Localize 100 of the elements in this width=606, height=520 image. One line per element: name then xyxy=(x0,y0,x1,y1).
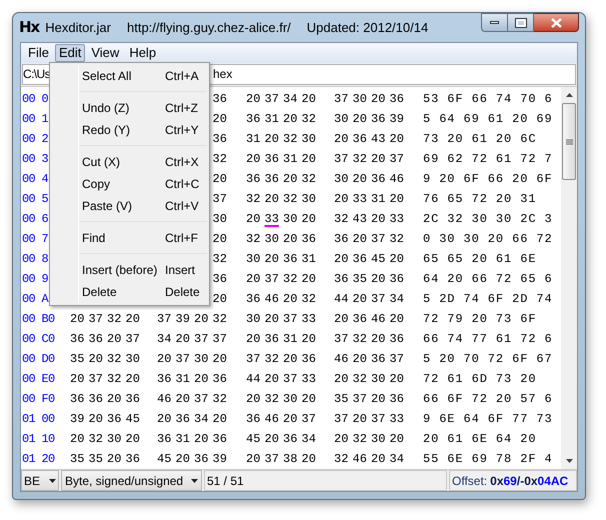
hex-byte: 46 xyxy=(370,311,386,328)
hex-byte: 36 xyxy=(156,431,172,448)
row-address: 00 A xyxy=(21,291,50,308)
hex-byte: 30 xyxy=(333,171,350,188)
menu-entry[interactable]: Find Ctrl+F xyxy=(50,227,209,249)
hex-byte: 32 xyxy=(264,351,280,368)
hex-byte: 37 xyxy=(212,191,228,208)
hex-byte: 20 xyxy=(300,151,317,168)
row-address: 00 E0 xyxy=(21,371,56,388)
hex-byte: 32 xyxy=(352,151,368,168)
hex-byte: 36 xyxy=(124,451,141,468)
hex-ascii-column: 76 65 72 20 31 xyxy=(423,190,536,208)
hex-byte: 20 xyxy=(300,211,317,228)
offset-readout: Offset: 0x69/-0x04AC xyxy=(452,472,568,490)
hex-byte: 20 xyxy=(282,351,298,368)
menu-item[interactable]: Edit xyxy=(54,44,86,62)
hex-byte: 32 xyxy=(282,131,298,148)
hex-byte: 20 xyxy=(370,271,386,288)
menu-entry[interactable]: Select All Ctrl+A xyxy=(50,65,209,87)
hex-byte: 46 xyxy=(333,351,350,368)
scroll-down-icon[interactable] xyxy=(566,459,572,463)
menu-entry[interactable]: Redo (Y) Ctrl+Y xyxy=(50,119,209,141)
hex-byte: 20 xyxy=(333,371,350,388)
hex-byte: 30 xyxy=(352,91,368,108)
hex-byte: 36 xyxy=(352,251,368,268)
scrollbar[interactable] xyxy=(561,87,577,469)
hex-byte: 31 xyxy=(300,251,317,268)
hex-byte: 20 xyxy=(282,171,298,188)
hex-byte: 37 xyxy=(245,351,262,368)
hex-byte: 43 xyxy=(370,131,386,148)
hex-byte: 36 xyxy=(212,91,228,108)
hex-byte: 30 xyxy=(300,191,317,208)
hex-byte: 30 xyxy=(282,211,298,228)
hex-byte: 20 xyxy=(245,151,262,168)
hex-byte: 36 xyxy=(245,291,262,308)
menu-entry[interactable]: Insert (before) Insert xyxy=(50,259,209,281)
hex-byte: 20 xyxy=(352,291,368,308)
hex-byte: 34 xyxy=(156,331,172,348)
hex-byte: 35 xyxy=(333,391,350,408)
hex-byte: 20 xyxy=(245,331,262,348)
dropdown-arrow-icon xyxy=(49,478,56,482)
hex-byte: 32 xyxy=(212,251,228,268)
hex-byte: 20 xyxy=(124,371,141,388)
hex-ascii-column: 2C 32 30 30 2C 3 xyxy=(423,210,553,228)
hex-byte: 33 xyxy=(300,311,317,328)
hex-byte: 20 xyxy=(300,331,317,348)
menu-entry[interactable]: Cut (X) Ctrl+X xyxy=(50,151,209,173)
hex-ascii-column: 69 62 72 61 72 7 xyxy=(423,150,553,168)
hex-byte: 20 xyxy=(69,371,86,388)
hex-byte: 36 xyxy=(352,311,368,328)
hex-byte: 36 xyxy=(245,411,262,428)
hex-byte: 36 xyxy=(388,391,405,408)
menu-entry[interactable]: Undo (Z) Ctrl+Z xyxy=(50,97,209,119)
menu-item[interactable]: File xyxy=(24,44,53,62)
hex-byte: 37 xyxy=(156,311,172,328)
hex-byte: 20 xyxy=(370,451,386,468)
hex-byte: 20 xyxy=(300,271,317,288)
hex-byte: 20 xyxy=(388,311,405,328)
hex-byte: 20 xyxy=(212,351,228,368)
menu-item[interactable]: View xyxy=(87,44,124,62)
hex-byte: 33 xyxy=(352,191,368,208)
window-title: Hexditor.jar xyxy=(45,18,111,37)
hex-byte: 20 xyxy=(264,131,280,148)
hex-ascii-column: 5 2D 74 6F 2D 74 xyxy=(423,290,553,308)
minimize-button[interactable] xyxy=(481,13,508,32)
hex-byte: 38 xyxy=(282,451,298,468)
hex-byte: 36 xyxy=(282,431,298,448)
hex-byte: 20 xyxy=(352,351,368,368)
hex-byte: 20 xyxy=(300,91,317,108)
hex-byte: 45 xyxy=(124,411,141,428)
hex-byte: 36 xyxy=(212,271,228,288)
menu-entry[interactable]: Paste (V) Ctrl+V xyxy=(50,195,209,217)
hex-ascii-column: 72 61 6D 73 20 xyxy=(423,370,536,388)
hex-byte: 20 xyxy=(352,411,368,428)
type-dropdown[interactable]: Byte, signed/unsigned xyxy=(61,470,202,491)
endian-dropdown[interactable]: BE xyxy=(21,470,59,491)
menu-item[interactable]: Help xyxy=(125,44,160,62)
hex-byte: 20 xyxy=(156,351,172,368)
hex-byte: 34 xyxy=(282,91,298,108)
hex-byte: 39 xyxy=(174,311,191,328)
hex-byte: 20 xyxy=(388,251,405,268)
hex-byte: 32 xyxy=(300,171,317,188)
hex-byte: 46 xyxy=(264,291,280,308)
hex-byte: 35 xyxy=(69,451,86,468)
hex-byte: 20 xyxy=(264,311,280,328)
scroll-up-icon[interactable] xyxy=(566,93,572,97)
hex-byte: 20 xyxy=(388,431,405,448)
hex-byte: 37 xyxy=(370,231,386,248)
hex-byte: 39 xyxy=(69,411,86,428)
row-address: 00 1 xyxy=(21,111,50,128)
hex-byte: 37 xyxy=(352,391,368,408)
hex-byte: 33 xyxy=(388,211,405,228)
close-button[interactable] xyxy=(534,13,579,32)
hex-byte: 32 xyxy=(333,451,350,468)
maximize-button[interactable] xyxy=(508,13,534,32)
hex-byte: 20 xyxy=(282,231,298,248)
menu-entry[interactable]: Copy Ctrl+C xyxy=(50,173,209,195)
menu-entry[interactable]: Delete Delete xyxy=(50,281,209,303)
scrollbar-thumb[interactable] xyxy=(562,103,576,180)
hex-byte: 20 xyxy=(193,371,210,388)
